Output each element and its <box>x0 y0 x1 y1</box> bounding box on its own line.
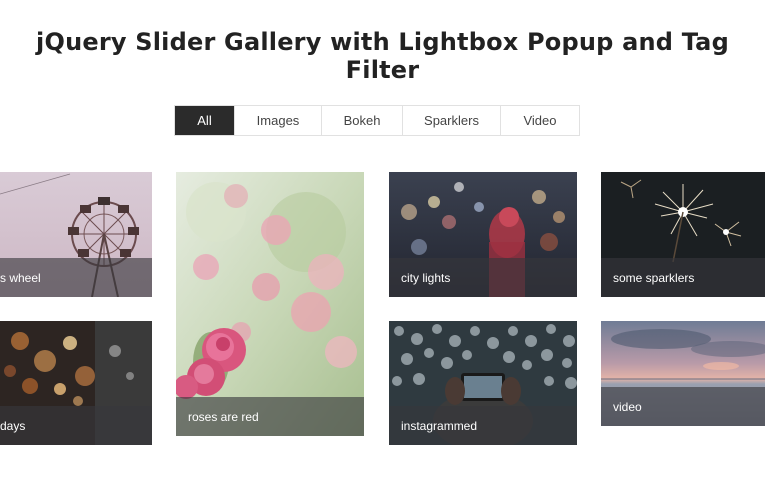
page-title: jQuery Slider Gallery with Lightbox Popu… <box>36 28 729 84</box>
gallery-item-instagrammed[interactable]: instagrammed <box>389 321 577 445</box>
filter-sparklers-button[interactable]: Sparklers <box>403 106 501 135</box>
gallery-item-days[interactable]: days <box>0 321 152 445</box>
gallery-item-caption: roses are red <box>176 397 364 436</box>
filter-images-button[interactable]: Images <box>235 106 322 135</box>
gallery-item-caption: days <box>0 406 152 445</box>
gallery-item-city-lights[interactable]: city lights <box>389 172 577 297</box>
filter-bokeh-button[interactable]: Bokeh <box>322 106 403 135</box>
gallery-item-caption: video <box>601 387 765 426</box>
tag-filter-bar: All Images Bokeh Sparklers Video <box>174 105 580 136</box>
gallery-item-video[interactable]: video <box>601 321 765 426</box>
gallery-item-ferris-wheel[interactable]: s wheel <box>0 172 152 297</box>
gallery-item-caption: city lights <box>389 258 577 297</box>
gallery-item-caption: instagrammed <box>389 406 577 445</box>
gallery-item-roses[interactable]: roses are red <box>176 172 364 436</box>
gallery-page: jQuery Slider Gallery with Lightbox Popu… <box>0 0 765 500</box>
filter-video-button[interactable]: Video <box>501 106 579 135</box>
filter-all-button[interactable]: All <box>175 106 235 135</box>
gallery-item-caption: s wheel <box>0 258 152 297</box>
gallery-item-caption: some sparklers <box>601 258 765 297</box>
gallery-item-sparklers[interactable]: some sparklers <box>601 172 765 297</box>
